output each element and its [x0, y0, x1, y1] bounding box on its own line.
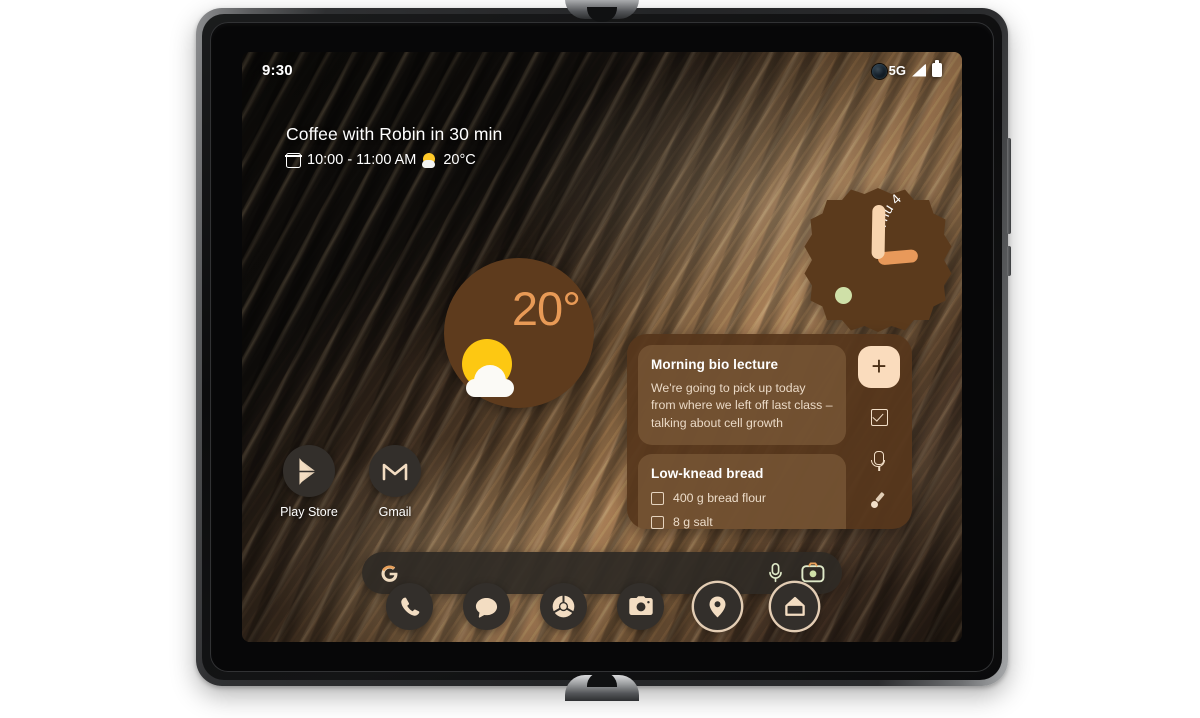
- camera-icon: [628, 596, 653, 616]
- volume-button[interactable]: [1007, 246, 1011, 276]
- temperature-label: 20°C: [443, 152, 476, 168]
- note-body: We're going to pick up today from where …: [651, 381, 833, 430]
- status-bar: 9:30 5G: [242, 52, 962, 88]
- weather-temperature: 20°: [511, 282, 581, 335]
- clock-widget[interactable]: Thu 4: [803, 185, 953, 335]
- keep-note-card[interactable]: Morning bio lecture We're going to pick …: [638, 345, 846, 446]
- keep-note-card[interactable]: Low-knead bread 400 g bread flour 8 g sa…: [638, 454, 846, 529]
- dock-item-chrome[interactable]: [540, 583, 587, 630]
- calendar-icon: [285, 152, 302, 168]
- brush-icon: [869, 489, 889, 509]
- new-voice-note-button[interactable]: [867, 446, 891, 470]
- checklist-item-label: 8 g salt: [673, 515, 713, 529]
- network-type-label: 5G: [888, 62, 906, 78]
- app-gmail[interactable]: Gmail: [366, 445, 424, 519]
- app-label: Play Store: [280, 505, 338, 519]
- new-drawing-button[interactable]: [867, 487, 891, 511]
- hinge-top: [565, 0, 639, 23]
- sun-behind-cloud-icon: [460, 339, 522, 397]
- clock-widget-day-label: Thu 4: [872, 189, 947, 241]
- status-bar-clock: 9:30: [262, 61, 293, 79]
- chrome-icon: [552, 594, 575, 618]
- search-bar-actions: [767, 562, 825, 584]
- phone-icon: [400, 597, 419, 616]
- google-lens-camera-icon[interactable]: [801, 562, 825, 584]
- new-note-button[interactable]: +: [858, 346, 900, 388]
- clock-accent-dot: [835, 287, 852, 304]
- screenshot-canvas: 9:30 5G Coffee with Robin in 30 min 10:0…: [0, 0, 1200, 718]
- at-a-glance-details: 10:00 - 11:00 AM 20°C: [285, 152, 502, 168]
- google-keep-widget[interactable]: Morning bio lecture We're going to pick …: [627, 334, 912, 529]
- screen-bezel: 9:30 5G Coffee with Robin in 30 min 10:0…: [210, 22, 994, 672]
- search-input[interactable]: [400, 565, 767, 581]
- keep-action-rail: +: [846, 334, 912, 529]
- signal-bars-icon: [912, 63, 926, 77]
- dock: [242, 583, 962, 630]
- at-a-glance-title: Coffee with Robin in 30 min: [286, 124, 503, 144]
- checkbox-icon[interactable]: [651, 515, 664, 529]
- battery-full-icon: [932, 60, 942, 77]
- clock-minute-hand: [871, 204, 886, 260]
- google-g-icon: [381, 565, 398, 582]
- checklist-item[interactable]: 400 g bread flour: [651, 491, 833, 505]
- dock-item-camera[interactable]: [617, 583, 664, 630]
- at-a-glance-widget[interactable]: Coffee with Robin in 30 min 10:00 - 11:0…: [285, 124, 503, 168]
- checkbox-icon: [870, 408, 888, 426]
- dock-item-maps[interactable]: [694, 583, 741, 630]
- play-store-icon: [283, 445, 335, 497]
- note-title: Morning bio lecture: [651, 357, 779, 372]
- status-bar-indicators: 5G: [888, 60, 942, 78]
- foldable-phone-device: 9:30 5G Coffee with Robin in 30 min 10:0…: [196, 0, 1011, 701]
- power-button[interactable]: [1007, 138, 1011, 234]
- checklist-item[interactable]: 8 g salt: [651, 515, 833, 529]
- map-pin-icon: [709, 596, 726, 617]
- app-label: Gmail: [378, 505, 412, 519]
- note-title: Low-knead bread: [651, 466, 764, 482]
- microphone-icon: [871, 451, 885, 467]
- checkbox-icon[interactable]: [651, 491, 664, 505]
- checklist-item-label: 400 g bread flour: [673, 491, 766, 506]
- hinge-bottom: [565, 671, 639, 701]
- phone-screen: 9:30 5G Coffee with Robin in 30 min 10:0…: [242, 52, 962, 642]
- keep-notes-list: Morning bio lecture We're going to pick …: [638, 345, 846, 529]
- message-bubble-icon: [475, 597, 498, 618]
- app-play-store[interactable]: Play Store: [280, 445, 338, 519]
- home-icon: [784, 596, 805, 616]
- gmail-icon: [369, 445, 421, 497]
- dock-item-messages[interactable]: [463, 583, 510, 630]
- home-screen-app-row: Play Store Gmail: [280, 445, 424, 519]
- dock-item-phone[interactable]: [386, 583, 433, 630]
- plus-icon: +: [871, 350, 887, 381]
- microphone-icon[interactable]: [767, 562, 784, 584]
- sun-behind-cloud-icon: [422, 152, 437, 168]
- event-time-range: 10:00 - 11:00 AM: [307, 152, 417, 168]
- weather-widget[interactable]: 20°: [444, 258, 594, 408]
- new-list-button[interactable]: [867, 405, 891, 429]
- dock-item-home[interactable]: [771, 583, 818, 630]
